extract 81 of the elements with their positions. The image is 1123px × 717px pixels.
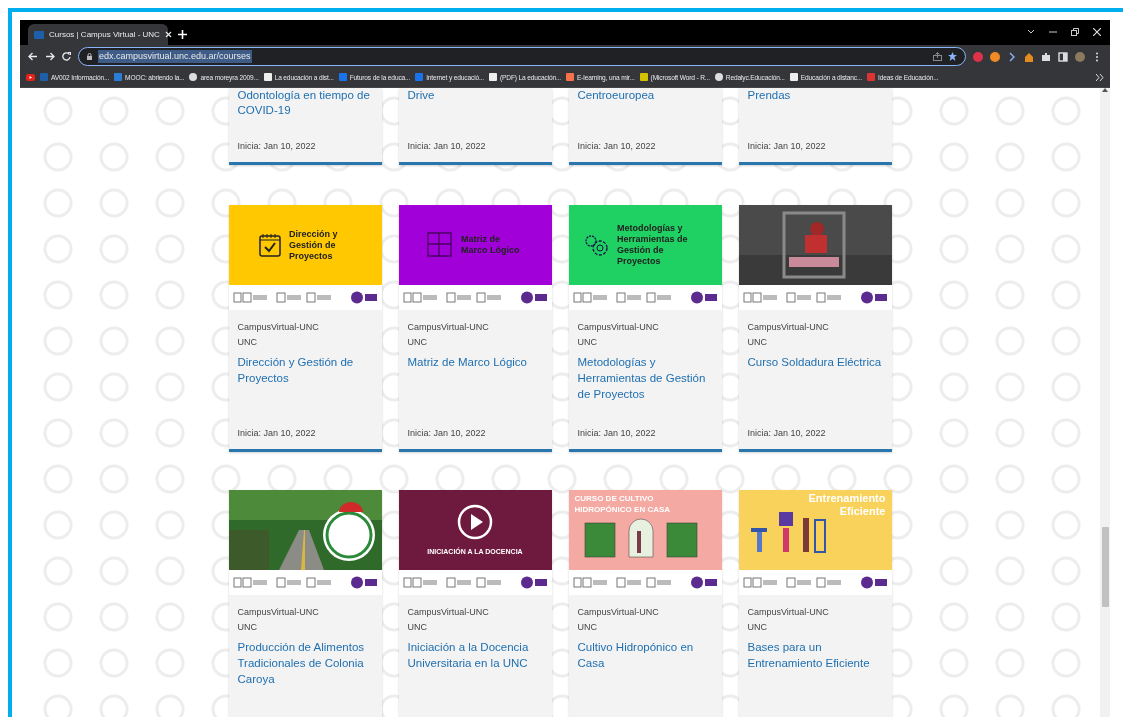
bookmark-icon <box>566 73 575 82</box>
course-title-link[interactable]: Metodologías y Herramientas de Gestión de Proyectos <box>577 354 713 402</box>
gears-icon <box>583 233 609 257</box>
course-title-link[interactable]: Curso Soldadura Eléctrica <box>747 354 883 370</box>
course-title-link[interactable]: Centroeuropea <box>577 88 713 103</box>
play-icon <box>457 503 493 540</box>
organization-name: CampusVirtual-UNC <box>577 321 660 334</box>
start-date: Inicia: Jan 10, 2022 <box>407 427 487 440</box>
start-date: Inicia: Jan 10, 2022 <box>577 427 657 440</box>
favicon-icon <box>34 30 44 39</box>
reload-icon[interactable] <box>62 52 71 61</box>
address-bar[interactable]: edx.campusvirtual.unc.edu.ar/courses <box>78 47 966 66</box>
banner-title: CURSO DE CULTIVO HIDROPÓNICO EN CASA <box>574 493 672 515</box>
school-name: UNC <box>577 336 598 349</box>
start-date: Inicia: Jan 10, 2022 <box>577 140 657 153</box>
banner-title: Metodologías y Herramientas de Gestión de Proyectos <box>617 223 689 267</box>
close-icon[interactable] <box>164 31 172 38</box>
school-name: UNC <box>237 621 258 634</box>
bookmark-icon <box>263 73 272 82</box>
school-name: UNC <box>407 336 428 349</box>
course-title-link[interactable]: Matriz de Marco Lógico <box>407 354 543 370</box>
avatar-icon[interactable] <box>1075 51 1085 62</box>
course-title-link[interactable]: Drive <box>407 88 543 103</box>
bookmark-icon <box>639 73 648 82</box>
bookmark-icon <box>714 73 723 82</box>
course-title-link[interactable]: Odontología en tiempo de COVID-19 <box>237 88 373 118</box>
bookmark-icon <box>415 73 424 82</box>
star-icon[interactable] <box>948 52 957 61</box>
url-text: edx.campusvirtual.unc.edu.ar/courses <box>98 49 252 64</box>
start-date: Inicia: Jan 10, 2022 <box>407 140 487 153</box>
start-date: Inicia: Jan 10, 2022 <box>747 140 827 153</box>
course-title-link[interactable]: Cultivo Hidropónico en Casa <box>577 639 713 671</box>
school-name: UNC <box>747 621 768 634</box>
organization-name: CampusVirtual-UNC <box>237 606 320 619</box>
school-name: UNC <box>747 336 768 349</box>
bookmark-icon <box>489 73 498 82</box>
bookmark-icon <box>114 73 123 82</box>
organization-name: CampusVirtual-UNC <box>747 606 830 619</box>
organization-name: CampusVirtual-UNC <box>577 606 660 619</box>
banner-title: Dirección y Gestión de Proyectos <box>289 228 339 262</box>
scrollbar[interactable] <box>1100 88 1110 717</box>
start-date: Inicia: Jan 10, 2022 <box>747 427 827 440</box>
start-date: Inicia: Jan 10, 2022 <box>237 427 317 440</box>
checklist-icon <box>259 233 281 257</box>
new-tab-icon[interactable] <box>178 30 187 39</box>
scrollbar-thumb[interactable] <box>1101 527 1109 607</box>
organization-name: CampusVirtual-UNC <box>407 321 490 334</box>
organization-name: CampusVirtual-UNC <box>237 321 320 334</box>
minimize-icon[interactable] <box>1049 28 1057 36</box>
course-title-link[interactable]: Prendas <box>747 88 883 103</box>
organization-name: CampusVirtual-UNC <box>747 321 830 334</box>
play-icon[interactable] <box>26 74 35 81</box>
extension-icon[interactable] <box>990 51 1000 62</box>
course-title-link[interactable]: Bases para un Entrenamiento Eficiente <box>747 639 883 671</box>
sidebar-icon[interactable] <box>1058 51 1068 62</box>
lock-icon <box>87 53 92 60</box>
school-name: UNC <box>577 621 598 634</box>
house-icon[interactable] <box>1024 51 1034 62</box>
restore-icon[interactable] <box>1071 28 1079 36</box>
bookmark-icon <box>338 73 347 82</box>
share-icon[interactable] <box>933 52 942 61</box>
bookmark-icon <box>867 73 875 82</box>
bookmark-icon <box>189 73 198 82</box>
chevron-right-icon[interactable] <box>1007 51 1017 62</box>
bookmark-icon <box>789 73 798 82</box>
course-title-link[interactable]: Dirección y Gestión de Proyectos <box>237 354 373 386</box>
bookmark-icon <box>40 73 48 82</box>
school-name: UNC <box>407 621 428 634</box>
banner-title: Matriz de Marco Lógico <box>461 234 521 256</box>
course-title-link[interactable]: Iniciación a la Docencia Universitaria en la UNC <box>407 639 543 671</box>
start-date: Inicia: Jan 10, 2022 <box>237 140 317 153</box>
banner-title: Entrenamiento Eficiente <box>807 492 886 518</box>
organization-name: CampusVirtual-UNC <box>407 606 490 619</box>
more-bookmarks-icon[interactable] <box>1096 74 1104 81</box>
chevron-down-icon[interactable] <box>1027 28 1035 36</box>
back-icon[interactable] <box>28 52 38 61</box>
tab-title: Cursos | Campus Virtual - UNC <box>49 28 160 41</box>
forward-icon[interactable] <box>45 52 55 61</box>
school-name: UNC <box>237 336 258 349</box>
course-title-link[interactable]: Producción de Alimentos Tradicionales de Colonia Caroya <box>237 639 373 687</box>
close-icon[interactable] <box>1093 28 1101 36</box>
